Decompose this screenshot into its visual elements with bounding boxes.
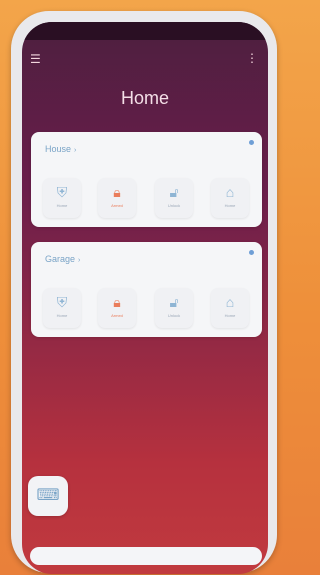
more-icon[interactable]: ⋮	[246, 51, 258, 65]
keypad-button[interactable]: ⌨	[28, 476, 68, 516]
unlock-icon: 🔓︎	[169, 184, 179, 200]
mode-label: Unlock	[167, 313, 181, 318]
mode-label: Home	[56, 313, 68, 318]
chevron-right-icon: ›	[78, 257, 81, 264]
mode-label: Home	[224, 203, 236, 208]
keypad-icon: ⌨	[36, 487, 60, 504]
menu-icon[interactable]: ☰	[30, 52, 41, 66]
page-title: Home	[120, 88, 169, 108]
house-icon: ⌂	[225, 184, 235, 200]
mode-selector-garage: ⛨ Home 🔒︎ Armed 🔓︎ Unlock ⌂ Home	[43, 288, 250, 330]
mode-button-armed[interactable]: 🔒︎ Armed	[98, 288, 136, 328]
card-title-house[interactable]: House ›	[45, 144, 76, 154]
mode-button-house[interactable]: ⌂ Home	[211, 288, 249, 328]
mode-label: Unlock	[167, 203, 181, 208]
card-title-text: Garage	[45, 254, 76, 264]
unlock-icon: 🔓︎	[169, 294, 179, 310]
mode-button-house[interactable]: ⌂ Home	[211, 178, 249, 218]
card-title-garage[interactable]: Garage ›	[45, 254, 80, 264]
mode-button-armed[interactable]: 🔒︎ Armed	[98, 178, 136, 218]
security-card-house[interactable]: House › ⛨ Home 🔒︎ Armed 🔓︎ Unlock ⌂ Home	[31, 132, 262, 227]
shield-icon: ⛨	[56, 184, 68, 200]
mode-label: Home	[56, 203, 68, 208]
mode-selector-house: ⛨ Home 🔒︎ Armed 🔓︎ Unlock ⌂ Home	[43, 178, 250, 220]
mode-button-home[interactable]: ⛨ Home	[43, 288, 81, 328]
card-title-text: House	[45, 144, 72, 154]
bottom-bar[interactable]	[30, 547, 262, 565]
mode-button-unlock[interactable]: 🔓︎ Unlock	[155, 288, 193, 328]
mode-label: Home	[224, 313, 236, 318]
app-screen: ☰ ⋮ Home House › ⛨ Home 🔒︎ Armed 🔓︎ Unloc…	[22, 22, 268, 574]
chevron-right-icon: ›	[74, 147, 77, 154]
mode-label: Armed	[111, 313, 123, 318]
status-bar	[22, 22, 268, 40]
indicator-dot	[249, 140, 254, 145]
house-icon: ⌂	[225, 294, 235, 310]
mode-label: Armed	[111, 203, 123, 208]
security-card-garage[interactable]: Garage › ⛨ Home 🔒︎ Armed 🔓︎ Unlock ⌂ Home	[31, 242, 262, 337]
mode-button-unlock[interactable]: 🔓︎ Unlock	[155, 178, 193, 218]
lock-icon: 🔒︎	[113, 294, 121, 310]
shield-icon: ⛨	[56, 294, 68, 310]
indicator-dot	[249, 250, 254, 255]
lock-icon: 🔒︎	[113, 184, 121, 200]
mode-button-home[interactable]: ⛨ Home	[43, 178, 81, 218]
